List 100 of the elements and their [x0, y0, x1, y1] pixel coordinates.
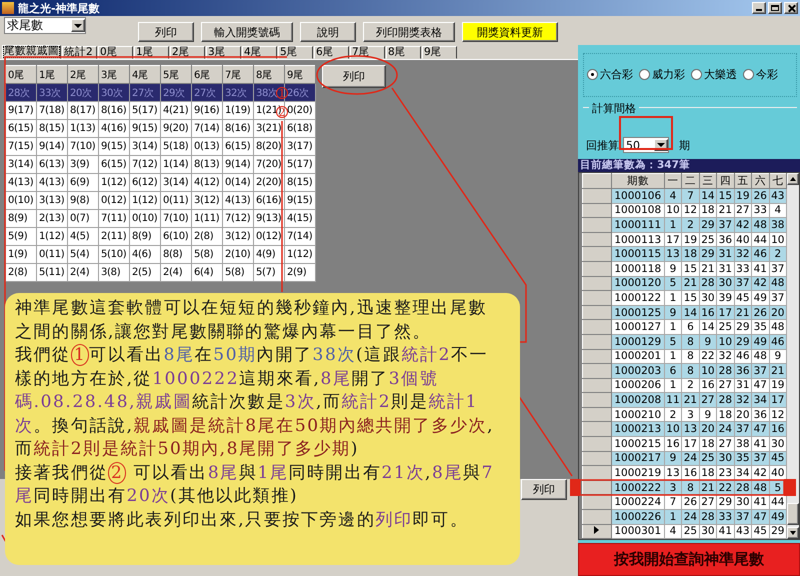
- scroll-down-button[interactable]: [787, 527, 799, 540]
- table-cell: 1000213: [611, 422, 664, 437]
- table-cell: 4(21): [160, 102, 192, 120]
- column-header: 四: [716, 174, 734, 188]
- column-header: 9尾: [284, 66, 316, 84]
- column-header: 4尾: [130, 66, 160, 84]
- close-button[interactable]: [784, 2, 798, 14]
- tab[interactable]: 4尾: [242, 46, 277, 59]
- table-cell: 3(8): [98, 264, 130, 282]
- table-cell: 9(14): [36, 138, 68, 156]
- table-cell: 8(8): [160, 246, 192, 264]
- print-button[interactable]: 列印: [521, 479, 567, 500]
- table-cell: 8(17): [68, 102, 98, 120]
- app-icon: [2, 2, 14, 14]
- table-cell: 26次: [284, 84, 316, 102]
- column-header: 7尾: [222, 66, 254, 84]
- minimize-button[interactable]: [752, 2, 766, 14]
- radio-option[interactable]: 今彩: [743, 67, 778, 82]
- table-cell: 7(14): [192, 120, 222, 138]
- table-cell: 1000125: [611, 305, 664, 320]
- toolbar-button[interactable]: 列印開獎表格: [363, 22, 455, 42]
- query-button[interactable]: 按我開始查詢神準尾數: [578, 543, 800, 576]
- unit-label: 期: [679, 138, 690, 154]
- table-cell: 3(12): [222, 228, 254, 246]
- table-cell: 1(11): [192, 210, 222, 228]
- radio-option[interactable]: 六合彩: [587, 67, 633, 82]
- scrollbar[interactable]: [787, 173, 799, 540]
- column-header: 0尾: [6, 66, 36, 84]
- radio-option[interactable]: 大樂透: [691, 67, 737, 82]
- table-cell: 3(21): [254, 120, 284, 138]
- table-cell: 1000122: [611, 290, 664, 306]
- table-cell: 5(7): [254, 264, 284, 282]
- table-cell: 28次: [6, 84, 36, 102]
- table-cell: 30次: [98, 84, 130, 102]
- table-cell: 8(16): [222, 120, 254, 138]
- table-cell: 5(18): [160, 138, 192, 156]
- column-header: 七: [769, 174, 787, 188]
- tab[interactable]: 6尾: [314, 46, 349, 59]
- tab[interactable]: 7尾: [350, 46, 385, 59]
- callout-paragraph: 如果您想要將此表列印出來,只要按下旁邊的列印 即可。: [15, 508, 470, 532]
- table-cell: 2(5): [130, 264, 160, 282]
- table-cell: 1(19): [222, 102, 254, 120]
- toolbar-button[interactable]: 列印: [138, 22, 194, 42]
- table-cell: 2(20): [254, 174, 284, 192]
- table-cell: 7(15): [6, 138, 36, 156]
- record-count: 目前總筆數為：347筆: [578, 159, 800, 172]
- table-cell: 6(10): [160, 228, 192, 246]
- tab[interactable]: 5尾: [278, 46, 313, 59]
- table-cell: 8(15): [284, 174, 316, 192]
- column-header: 8尾: [254, 66, 284, 84]
- column-header: 期數: [611, 174, 664, 188]
- scroll-up-button[interactable]: [787, 173, 799, 186]
- toolbar-button[interactable]: 說明: [300, 22, 356, 42]
- tab[interactable]: 8尾: [386, 46, 421, 59]
- table-cell: 3(14): [6, 156, 36, 174]
- field-label: 回推算: [586, 138, 619, 154]
- table-cell: 1000222: [611, 480, 664, 495]
- table-cell: 5(11): [36, 264, 68, 282]
- table-cell: 7(12): [130, 156, 160, 174]
- table-cell: 8(9): [130, 228, 160, 246]
- table-cell: 2(9): [284, 264, 316, 282]
- scroll-thumb[interactable]: [787, 503, 799, 526]
- row-header[interactable]: [582, 524, 612, 539]
- table-cell: 0(14): [222, 174, 254, 192]
- mode-select[interactable]: 求尾數: [4, 17, 86, 34]
- table-cell: 5(8): [192, 246, 222, 264]
- tab[interactable]: 統計2: [62, 46, 97, 59]
- callout-paragraph: 我們從 1 可以看出 8尾在 50期 內開了 38次(這跟統計2不一樣的地方在於,從 1000222 這期來看,8尾 開了 3個號碼.08.28.48,親戚圖 統計次數是 3次,而統計2則是統計1次。換句話說,親戚圖是統計8尾在50期內總共開了多少次,而統計2則是統計50期內,8尾開了多少期): [15, 344, 496, 461]
- table-cell: 6(12): [130, 174, 160, 192]
- table-cell: 9(16): [192, 102, 222, 120]
- maximize-button[interactable]: [768, 2, 782, 14]
- radio-option[interactable]: 威力彩: [639, 67, 685, 82]
- tab[interactable]: 2尾: [170, 46, 205, 59]
- table-cell: 6(15): [98, 156, 130, 174]
- table-cell: 2(13): [36, 210, 68, 228]
- table-cell: 1(12): [284, 246, 316, 264]
- table-cell: 1000210: [611, 407, 664, 422]
- tab[interactable]: 9尾: [422, 46, 457, 59]
- toolbar-button[interactable]: 開獎資料更新: [462, 22, 558, 42]
- print-button[interactable]: 列印: [322, 65, 386, 88]
- tab[interactable]: 0尾: [98, 46, 133, 59]
- tab[interactable]: 3尾: [206, 46, 241, 59]
- table-cell: 7(12): [222, 210, 254, 228]
- column-header: 六: [752, 174, 770, 188]
- table-cell: 0(20): [284, 102, 316, 120]
- table-cell: 1000108: [611, 203, 664, 218]
- group-title: 計算間格: [589, 100, 639, 116]
- toolbar-button[interactable]: 輸入開獎號碼: [201, 22, 293, 42]
- table-cell: 6(15): [222, 138, 254, 156]
- table-cell: 7(11): [98, 210, 130, 228]
- tab[interactable]: 1尾: [134, 46, 169, 59]
- table-cell: 1000201: [611, 349, 664, 364]
- current-row-icon: [594, 526, 600, 534]
- dropdown-arrow-icon: [74, 24, 82, 28]
- table-cell: 5(8): [222, 264, 254, 282]
- table-cell: 1000113: [611, 232, 664, 247]
- table-cell: 9(20): [160, 120, 192, 138]
- table-cell: 3(13): [36, 192, 68, 210]
- table-cell: 2(8): [6, 264, 36, 282]
- table-cell: 1(13): [68, 120, 98, 138]
